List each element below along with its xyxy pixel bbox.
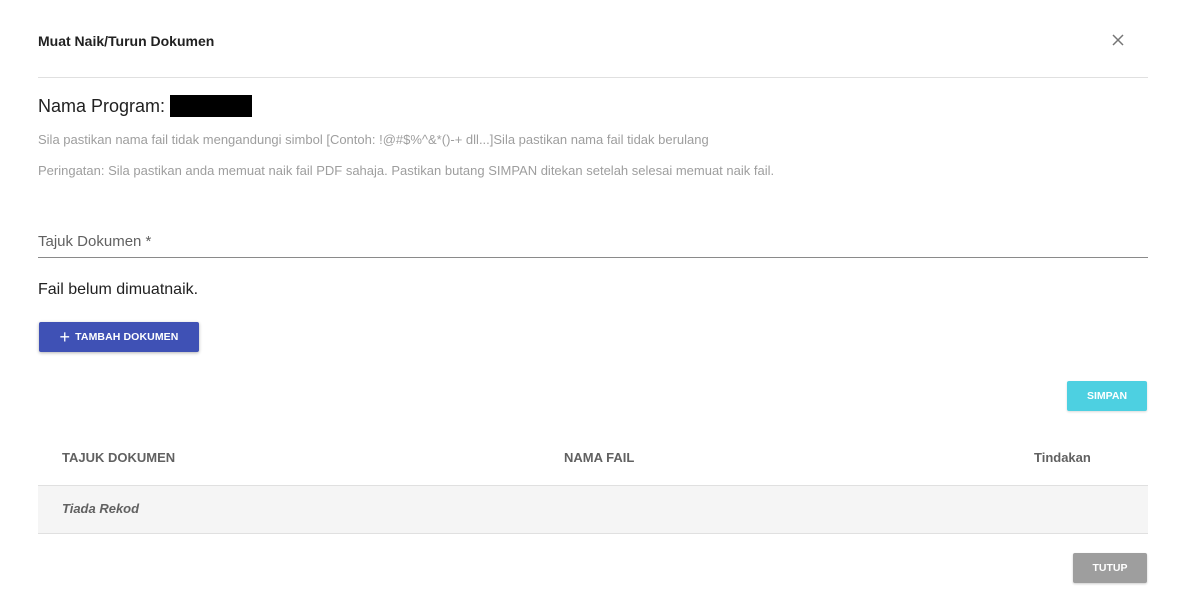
filename-note: Sila pastikan nama fail tidak mengandung… <box>38 132 709 147</box>
close-button[interactable]: TUTUP <box>1073 553 1147 583</box>
program-name-line: Nama Program: <box>38 95 253 117</box>
column-header-action: Tindakan <box>1034 450 1091 465</box>
save-button[interactable]: SIMPAN <box>1067 381 1147 411</box>
documents-table: TAJUK DOKUMEN NAMA FAIL Tindakan Tiada R… <box>38 436 1148 534</box>
plus-icon: + <box>59 327 71 347</box>
program-name-label: Nama Program: <box>38 95 166 116</box>
document-title-label: Tajuk Dokumen * <box>38 233 152 250</box>
column-header-filename: NAMA FAIL <box>564 450 635 465</box>
document-upload-dialog: Muat Naik/Turun Dokumen Nama Program: Si… <box>0 0 1187 600</box>
program-name-redacted <box>170 95 253 117</box>
table-header: TAJUK DOKUMEN NAMA FAIL Tindakan <box>38 436 1148 486</box>
warning-note: Peringatan: Sila pastikan anda memuat na… <box>38 163 775 178</box>
close-icon[interactable] <box>1108 30 1128 50</box>
dialog-header: Muat Naik/Turun Dokumen <box>38 0 1148 78</box>
document-title-field[interactable]: Tajuk Dokumen * <box>38 228 1148 258</box>
column-header-title: TAJUK DOKUMEN <box>62 450 176 465</box>
no-file-message: Fail belum dimuatnaik. <box>38 281 199 298</box>
no-record-text: Tiada Rekod <box>62 501 140 516</box>
dialog-title: Muat Naik/Turun Dokumen <box>38 33 215 49</box>
table-row: Tiada Rekod <box>38 486 1148 534</box>
add-document-label: TAMBAH DOKUMEN <box>75 331 179 343</box>
add-document-button[interactable]: + TAMBAH DOKUMEN <box>39 322 199 352</box>
